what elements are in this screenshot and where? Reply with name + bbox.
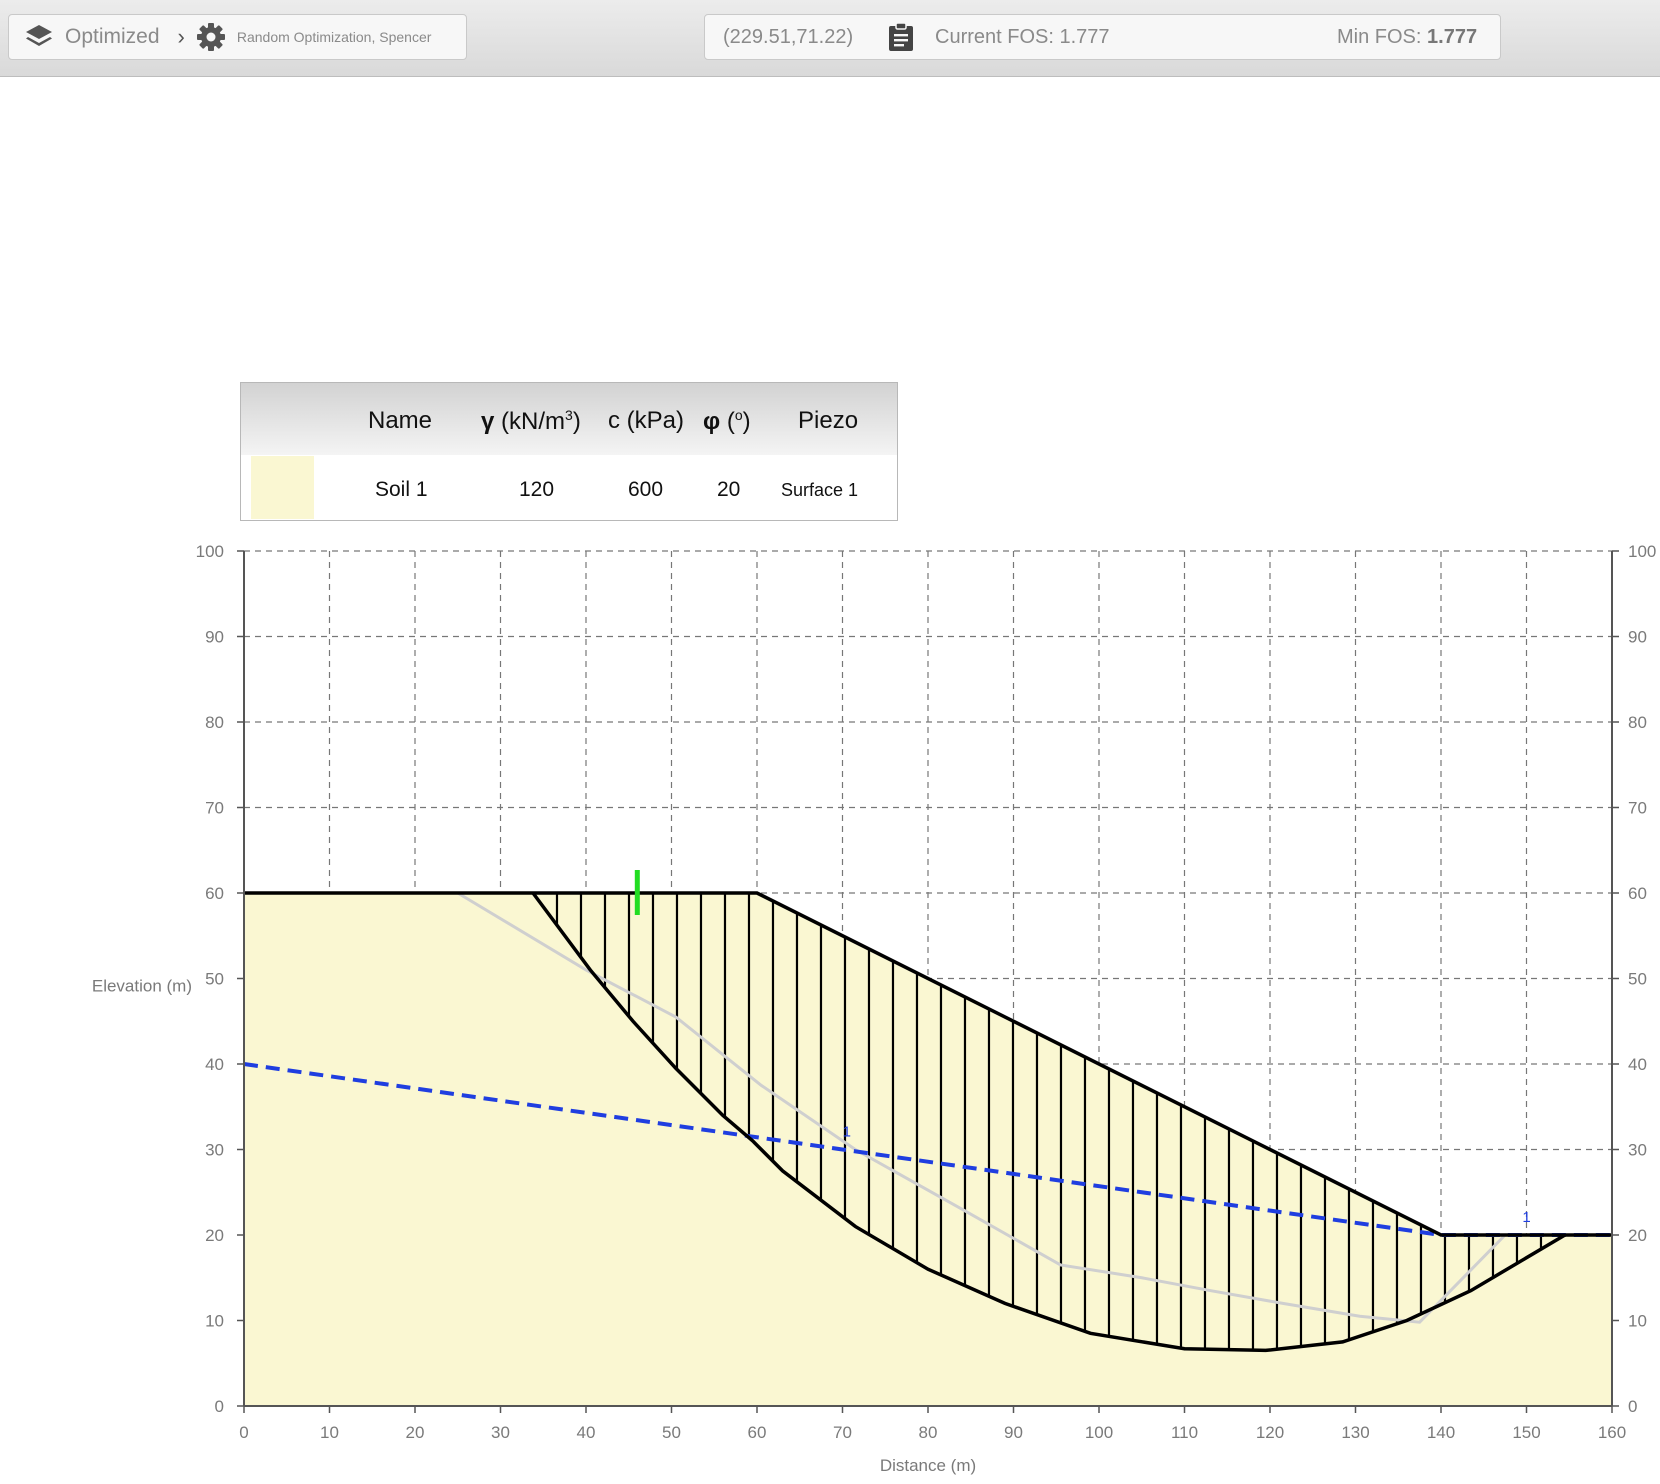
x-tick-label: 100 bbox=[1085, 1423, 1113, 1442]
y-tick-label-right: 60 bbox=[1628, 884, 1647, 903]
x-tick-label: 10 bbox=[320, 1423, 339, 1442]
x-tick-label: 150 bbox=[1512, 1423, 1540, 1442]
y-tick-label-right: 10 bbox=[1628, 1312, 1647, 1331]
y-tick-label-left: 70 bbox=[205, 799, 224, 818]
x-tick-label: 60 bbox=[748, 1423, 767, 1442]
x-tick-label: 160 bbox=[1598, 1423, 1626, 1442]
x-tick-label: 90 bbox=[1004, 1423, 1023, 1442]
y-tick-label-right: 90 bbox=[1628, 628, 1647, 647]
y-tick-label-right: 50 bbox=[1628, 970, 1647, 989]
y-tick-labels-left: 0 10 20 30 40 50 60 70 80 90 100 bbox=[196, 542, 244, 1416]
y-tick-label-left: 50 bbox=[205, 970, 224, 989]
y-tick-label-left: 20 bbox=[205, 1226, 224, 1245]
y-tick-label-left: 100 bbox=[196, 542, 224, 561]
piezo-line-label: 1 bbox=[843, 1124, 851, 1141]
y-tick-label-right: 40 bbox=[1628, 1055, 1647, 1074]
x-tick-label: 110 bbox=[1171, 1423, 1198, 1442]
x-tick-label: 120 bbox=[1256, 1423, 1284, 1442]
x-tick-label: 30 bbox=[491, 1423, 510, 1442]
x-tick-label: 140 bbox=[1427, 1423, 1455, 1442]
y-tick-label-right: 30 bbox=[1628, 1141, 1647, 1160]
y-tick-labels-right: 0 10 20 30 40 50 60 70 80 90 100 bbox=[1612, 542, 1656, 1416]
x-axis-label: Distance (m) bbox=[880, 1456, 976, 1475]
y-tick-label-left: 0 bbox=[215, 1397, 224, 1416]
y-tick-label-right: 70 bbox=[1628, 799, 1647, 818]
y-tick-label-left: 80 bbox=[205, 713, 224, 732]
slip-entry-marker bbox=[634, 870, 640, 915]
slope-chart[interactable]: 0 10 20 30 40 50 60 70 80 90 100 110 120 130 140 150 160… bbox=[0, 0, 1660, 1484]
x-tick-label: 0 bbox=[239, 1423, 248, 1442]
y-axis-label: Elevation (m) bbox=[92, 977, 192, 996]
piezo-line-label: 1 bbox=[1522, 1209, 1530, 1226]
y-tick-label-left: 30 bbox=[205, 1141, 224, 1160]
x-tick-labels: 0 10 20 30 40 50 60 70 80 90 100 110 120 130 140 150 160 bbox=[239, 1406, 1626, 1442]
y-tick-label-left: 90 bbox=[205, 628, 224, 647]
x-tick-label: 50 bbox=[662, 1423, 681, 1442]
x-tick-label: 130 bbox=[1341, 1423, 1369, 1442]
x-tick-label: 20 bbox=[406, 1423, 425, 1442]
x-tick-label: 40 bbox=[577, 1423, 596, 1442]
y-tick-label-right: 0 bbox=[1628, 1397, 1637, 1416]
y-tick-label-left: 10 bbox=[205, 1312, 224, 1331]
y-tick-label-left: 40 bbox=[205, 1055, 224, 1074]
y-tick-label-right: 100 bbox=[1628, 542, 1656, 561]
x-tick-label: 70 bbox=[833, 1423, 852, 1442]
y-tick-label-right: 80 bbox=[1628, 713, 1647, 732]
y-tick-label-right: 20 bbox=[1628, 1226, 1647, 1245]
x-tick-label: 80 bbox=[919, 1423, 938, 1442]
y-tick-label-left: 60 bbox=[205, 884, 224, 903]
